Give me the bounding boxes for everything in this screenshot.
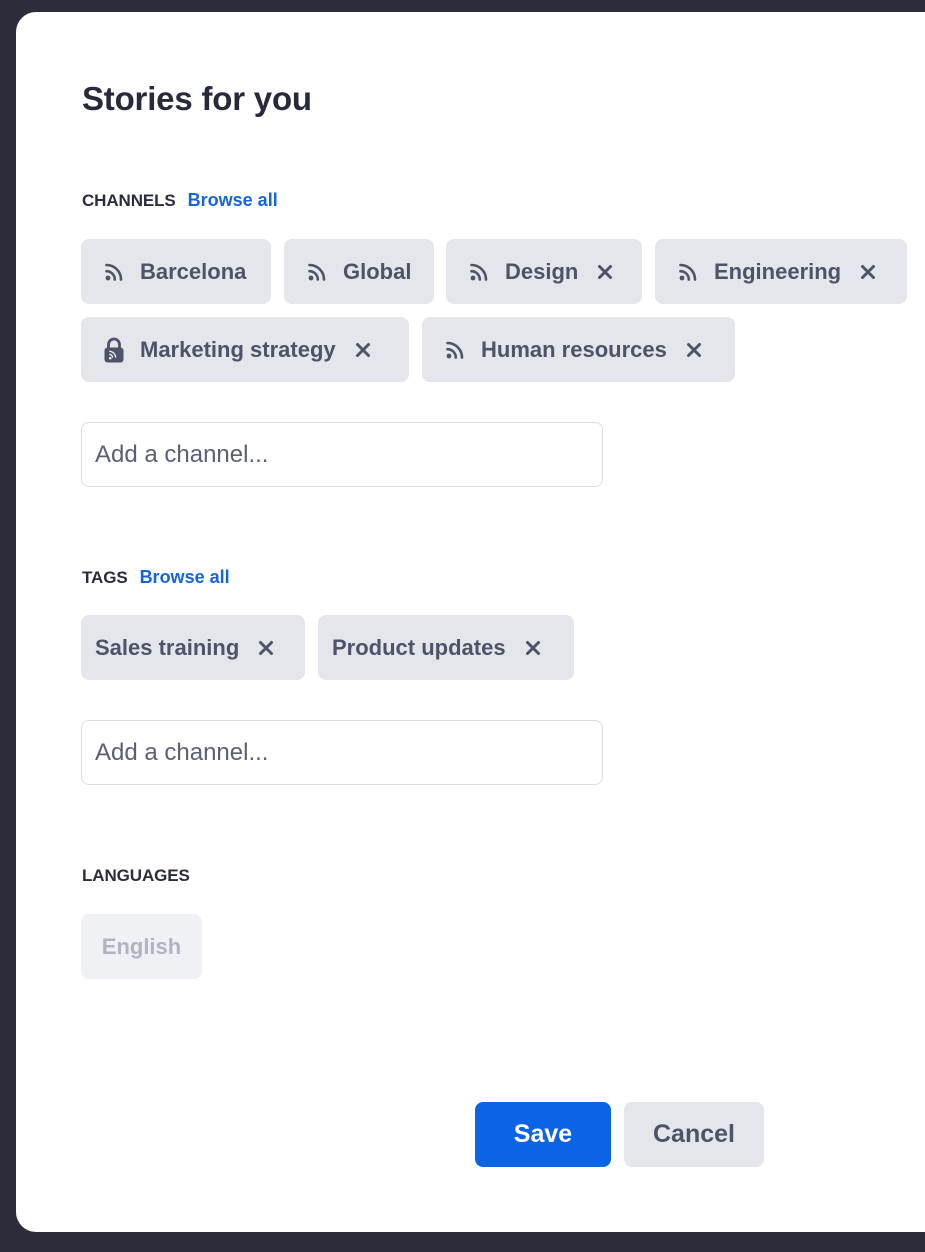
close-icon (259, 640, 274, 655)
channel-chip-label: Barcelona (140, 258, 247, 284)
channel-chip-label: Human resources (481, 336, 667, 362)
channel-chip-global[interactable]: Global (284, 239, 434, 304)
stories-dialog: Stories for you CHANNELS Browse all Barc… (16, 12, 925, 1232)
tags-section-header: TAGS Browse all (82, 567, 230, 588)
remove-design-button[interactable] (594, 261, 616, 283)
channel-chip-engineering[interactable]: Engineering (655, 239, 907, 304)
remove-product-updates-button[interactable] (522, 637, 544, 659)
remove-marketing-strategy-button[interactable] (352, 339, 374, 361)
dialog-title: Stories for you (82, 80, 312, 117)
languages-section-header: LANGUAGES (82, 866, 190, 886)
tags-browse-all-link[interactable]: Browse all (140, 567, 230, 588)
cancel-button[interactable]: Cancel (624, 1102, 764, 1167)
rss-icon (467, 260, 491, 284)
remove-sales-training-button[interactable] (255, 637, 277, 659)
remove-engineering-button[interactable] (857, 261, 879, 283)
channel-chip-label: Marketing strategy (140, 336, 336, 362)
tag-chip-label: Sales training (95, 634, 240, 660)
languages-label: LANGUAGES (82, 866, 190, 885)
lock-icon (102, 337, 126, 362)
tag-chip-sales-training[interactable]: Sales training (81, 615, 305, 680)
remove-human-resources-button[interactable] (683, 339, 705, 361)
channel-chip-design[interactable]: Design (446, 239, 642, 304)
rss-icon (443, 338, 467, 362)
close-icon (686, 342, 701, 357)
channel-chip-label: Engineering (714, 258, 842, 284)
add-tag-input[interactable] (81, 720, 603, 785)
channel-chip-label: Global (343, 258, 412, 284)
channels-browse-all-link[interactable]: Browse all (188, 190, 278, 211)
rss-icon (676, 260, 700, 284)
close-icon (355, 342, 370, 357)
close-icon (861, 264, 876, 279)
add-channel-input[interactable] (81, 422, 603, 487)
rss-icon (305, 260, 329, 284)
channel-chip-label: Design (505, 258, 579, 284)
save-button[interactable]: Save (475, 1102, 611, 1167)
tag-chip-product-updates[interactable]: Product updates (318, 615, 574, 680)
tag-chip-label: Product updates (332, 634, 506, 660)
channel-chip-barcelona[interactable]: Barcelona (81, 239, 271, 304)
tags-label: TAGS (82, 568, 128, 587)
language-chip-english: English (81, 914, 202, 979)
close-icon (598, 264, 613, 279)
channels-label: CHANNELS (82, 191, 176, 210)
channel-chip-marketing-strategy[interactable]: Marketing strategy (81, 317, 409, 382)
channel-chip-human-resources[interactable]: Human resources (422, 317, 735, 382)
close-icon (525, 640, 540, 655)
channels-section-header: CHANNELS Browse all (82, 190, 278, 211)
rss-icon (102, 260, 126, 284)
